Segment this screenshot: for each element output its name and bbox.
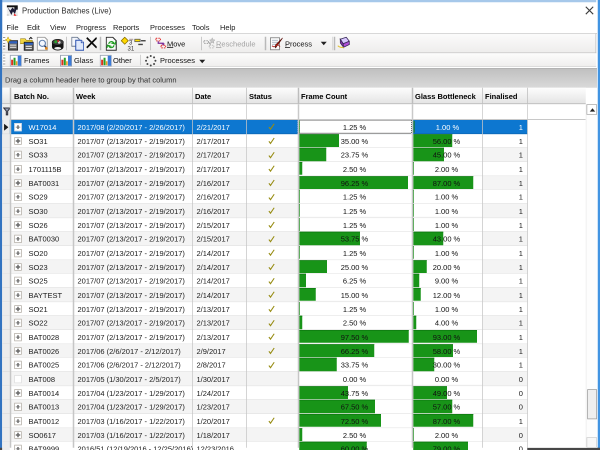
svg-text:31: 31 xyxy=(128,47,134,51)
